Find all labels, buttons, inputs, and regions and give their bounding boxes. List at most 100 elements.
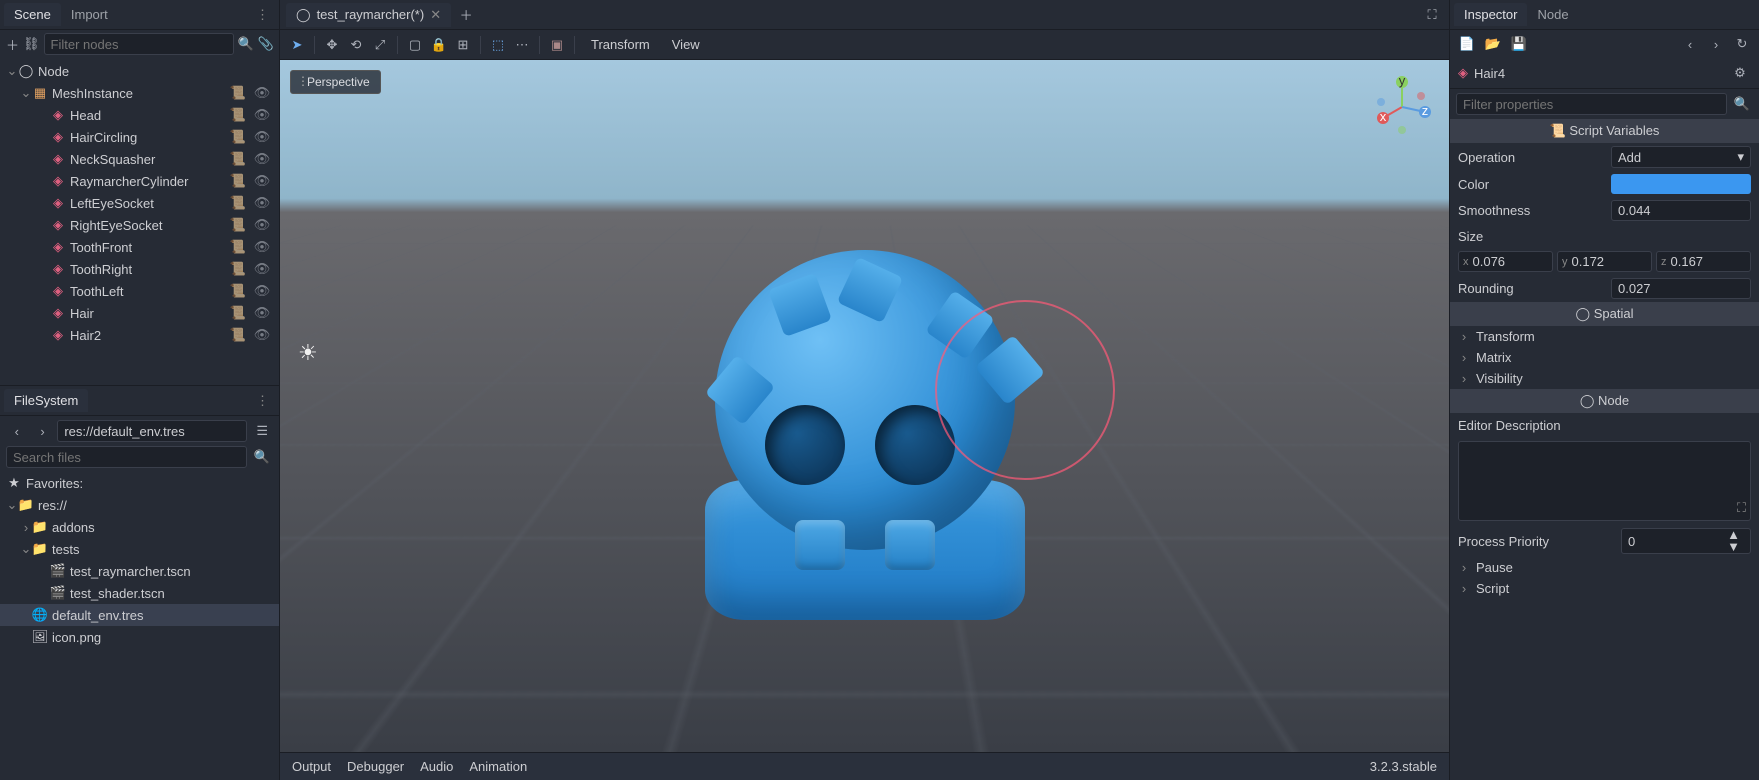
scale-tool-icon[interactable]: ⤢ [369, 34, 391, 56]
object-tools-icon[interactable]: ⚙ [1729, 62, 1751, 84]
filesystem-item[interactable]: ›📁addons [0, 516, 279, 538]
close-icon[interactable]: ✕ [430, 7, 441, 23]
script-icon[interactable]: 📜 [227, 126, 249, 148]
expand-icon[interactable]: ⛶ [1737, 500, 1746, 516]
scene-filter-input[interactable] [44, 33, 234, 55]
script-icon[interactable]: 📜 [227, 148, 249, 170]
dock-options-icon[interactable]: ⋮ [250, 7, 275, 23]
snap-icon[interactable]: ⬚ [487, 34, 509, 56]
tree-node[interactable]: ◈Head📜👁 [0, 104, 279, 126]
visibility-icon[interactable]: 👁 [251, 280, 273, 302]
process-priority-input[interactable]: 0 ▲▼ [1621, 528, 1751, 554]
transform-menu[interactable]: Transform [581, 33, 660, 56]
visibility-icon[interactable]: 👁 [251, 82, 273, 104]
path-input[interactable] [57, 420, 247, 442]
tab-filesystem[interactable]: FileSystem [4, 389, 88, 412]
inspector-filter-input[interactable] [1456, 93, 1727, 115]
history-back-icon[interactable]: ‹ [1679, 33, 1701, 55]
fold-pause[interactable]: › Pause [1450, 557, 1759, 578]
size-z-input[interactable]: z0.167 [1656, 251, 1751, 272]
tab-inspector[interactable]: Inspector [1454, 3, 1527, 26]
resource-load-icon[interactable]: 📂 [1482, 33, 1504, 55]
tree-node[interactable]: ⌄◯Node [0, 60, 279, 82]
bottom-tab-animation[interactable]: Animation [469, 759, 527, 774]
filesystem-item[interactable]: 🎬test_shader.tscn [0, 582, 279, 604]
dock-options-icon[interactable]: ⋮ [250, 393, 275, 409]
visibility-icon[interactable]: 👁 [251, 302, 273, 324]
distraction-free-icon[interactable]: ⛶ [1421, 4, 1443, 26]
script-icon[interactable]: 📜 [227, 258, 249, 280]
rotate-tool-icon[interactable]: ⟲ [345, 34, 367, 56]
local-space-icon[interactable]: ▢ [404, 34, 426, 56]
tree-node[interactable]: ◈ToothFront📜👁 [0, 236, 279, 258]
visibility-icon[interactable]: 👁 [251, 170, 273, 192]
tree-node[interactable]: ◈RightEyeSocket📜👁 [0, 214, 279, 236]
tree-node[interactable]: ◈ToothRight📜👁 [0, 258, 279, 280]
camera-icon[interactable]: ▣ [546, 34, 568, 56]
fold-transform[interactable]: ›Transform [1450, 326, 1759, 347]
history-forward-icon[interactable]: › [1705, 33, 1727, 55]
viewport-3d[interactable]: Perspective ☀ x y z [280, 60, 1449, 752]
resource-new-icon[interactable]: 📄 [1456, 33, 1478, 55]
visibility-icon[interactable]: 👁 [251, 258, 273, 280]
resource-save-icon[interactable]: 💾 [1508, 33, 1530, 55]
search-icon[interactable]: 🔍 [1731, 93, 1753, 115]
visibility-icon[interactable]: 👁 [251, 192, 273, 214]
scene-tab-test-raymarcher[interactable]: ◯ test_raymarcher(*) ✕ [286, 3, 451, 27]
section-spatial[interactable]: ◯ Spatial [1450, 302, 1759, 326]
tree-node[interactable]: ◈HairCircling📜👁 [0, 126, 279, 148]
fold-matrix[interactable]: ›Matrix [1450, 347, 1759, 368]
group-icon[interactable]: ⊞ [452, 34, 474, 56]
fold-visibility[interactable]: ›Visibility [1450, 368, 1759, 389]
expand-icon[interactable]: ⌄ [6, 497, 18, 513]
move-tool-icon[interactable]: ✥ [321, 34, 343, 56]
script-icon[interactable]: 📜 [227, 214, 249, 236]
bottom-tab-debugger[interactable]: Debugger [347, 759, 404, 774]
axis-gizmo[interactable]: x y z [1367, 72, 1437, 142]
add-scene-icon[interactable]: ＋ [455, 4, 477, 26]
forward-icon[interactable]: › [32, 420, 54, 442]
visibility-icon[interactable]: 👁 [251, 214, 273, 236]
script-icon[interactable]: 📜 [227, 192, 249, 214]
script-icon[interactable]: 📜 [227, 236, 249, 258]
fold-script[interactable]: › Script [1450, 578, 1759, 599]
visibility-icon[interactable]: 👁 [251, 104, 273, 126]
rounding-input[interactable]: 0.027 [1611, 278, 1751, 299]
expand-icon[interactable]: ⌄ [20, 85, 32, 101]
tab-scene[interactable]: Scene [4, 3, 61, 26]
instance-icon[interactable]: ⛓ [23, 33, 40, 55]
filesystem-tree[interactable]: ★ Favorites: ⌄📁res://›📁addons⌄📁tests🎬tes… [0, 472, 279, 780]
back-icon[interactable]: ‹ [6, 420, 28, 442]
script-icon[interactable]: 📜 [227, 302, 249, 324]
expand-icon[interactable]: ⌄ [20, 541, 32, 557]
size-y-input[interactable]: y0.172 [1557, 251, 1652, 272]
script-icon[interactable]: 📜 [227, 324, 249, 346]
history-icon[interactable]: ↻ [1731, 33, 1753, 55]
color-picker[interactable] [1611, 174, 1751, 194]
tree-node[interactable]: ◈Hair2📜👁 [0, 324, 279, 346]
rotation-gizmo[interactable] [935, 300, 1115, 480]
tab-node[interactable]: Node [1527, 3, 1578, 26]
search-icon[interactable]: 🔍 [238, 33, 254, 55]
operation-dropdown[interactable]: Add ▾ [1611, 146, 1751, 168]
bottom-tab-audio[interactable]: Audio [420, 759, 453, 774]
filesystem-item[interactable]: 🎬test_raymarcher.tscn [0, 560, 279, 582]
visibility-icon[interactable]: 👁 [251, 126, 273, 148]
scene-tree[interactable]: ⌄◯Node⌄▦MeshInstance📜👁◈Head📜👁◈HairCircli… [0, 58, 279, 385]
filesystem-item[interactable]: 🖼icon.png [0, 626, 279, 648]
size-x-input[interactable]: x0.076 [1458, 251, 1553, 272]
filesystem-item[interactable]: ⌄📁tests [0, 538, 279, 560]
tree-node[interactable]: ◈RaymarcherCylinder📜👁 [0, 170, 279, 192]
lock-icon[interactable]: 🔒 [428, 34, 450, 56]
editor-description-input[interactable]: ⛶ [1458, 441, 1751, 521]
filesystem-item[interactable]: ⌄📁res:// [0, 494, 279, 516]
script-attach-icon[interactable]: 📎 [258, 33, 274, 55]
filesystem-search-input[interactable] [6, 446, 247, 468]
bottom-tab-output[interactable]: Output [292, 759, 331, 774]
tree-node[interactable]: ◈ToothLeft📜👁 [0, 280, 279, 302]
script-icon[interactable]: 📜 [227, 170, 249, 192]
favorites-row[interactable]: ★ Favorites: [0, 472, 279, 494]
add-node-icon[interactable]: ＋ [6, 33, 19, 55]
tree-node[interactable]: ◈Hair📜👁 [0, 302, 279, 324]
tree-node[interactable]: ◈NeckSquasher📜👁 [0, 148, 279, 170]
